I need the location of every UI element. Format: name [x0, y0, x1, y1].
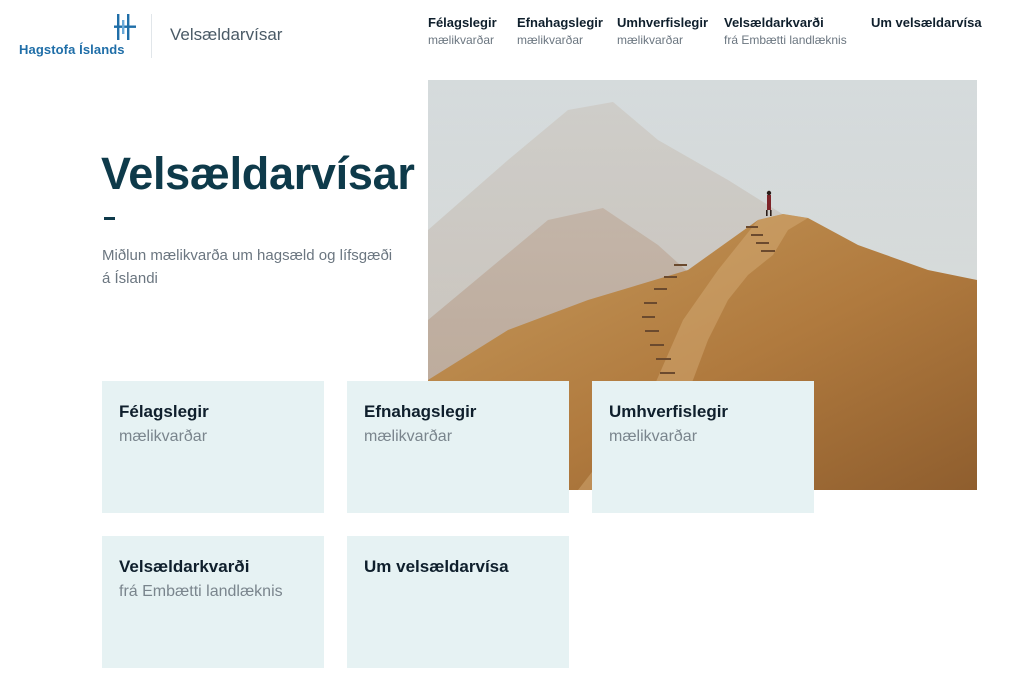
nav-item-um-velsaeldarvisa[interactable]: Um velsældarvísa: [871, 15, 982, 31]
nav-item-umhverfislegir[interactable]: Umhverfislegir mælikvarðar: [617, 15, 708, 49]
nav-item-subtitle: frá Embætti landlæknis: [724, 33, 847, 47]
title-underline-dash: [104, 217, 115, 220]
nav-item-title: Umhverfislegir: [617, 15, 709, 30]
nav-item-title: Félagslegir: [428, 15, 497, 30]
tile-subtitle: mælikvarðar: [609, 428, 698, 445]
hiker-figure: [767, 195, 771, 210]
tile-subtitle: mælikvarðar: [364, 428, 453, 445]
tile-subtitle: frá Embætti landlæknis: [119, 583, 283, 600]
nav-item-subtitle: mælikvarðar: [428, 33, 495, 47]
tile-title: Velsældarkvarði: [119, 557, 250, 576]
tile-subtitle: mælikvarðar: [119, 428, 208, 445]
tile-title: Um velsældarvísa: [364, 557, 509, 576]
nav-item-subtitle: mælikvarðar: [617, 33, 684, 47]
nav-item-title: Velsældarkvarði: [724, 15, 824, 30]
tile-title: Umhverfislegir: [609, 402, 729, 421]
nav-item-subtitle: mælikvarðar: [517, 33, 584, 47]
nav-item-velsaeldarkvardi[interactable]: Velsældarkvarði frá Embætti landlæknis: [724, 15, 847, 49]
tile-umhverfislegir[interactable]: Umhverfislegir mælikvarðar: [592, 381, 814, 513]
hero-lead-text: Miðlun mælikvarða um hagsæld og lífsgæði…: [102, 247, 393, 287]
nav-item-felagslegir[interactable]: Félagslegir mælikvarðar: [428, 15, 497, 49]
tile-title: Efnahagslegir: [364, 402, 477, 421]
tile-efnahagslegir[interactable]: Efnahagslegir mælikvarðar: [347, 381, 569, 513]
tile-title: Félagslegir: [119, 402, 209, 421]
page-title: Velsældarvísar: [101, 148, 415, 199]
main-nav: Félagslegir mælikvarðar Efnahagslegir mæ…: [0, 15, 1024, 55]
tile-felagslegir[interactable]: Félagslegir mælikvarðar: [102, 381, 324, 513]
tile-velsaeldarkvardi[interactable]: Velsældarkvarði frá Embætti landlæknis: [102, 536, 324, 668]
nav-item-title: Efnahagslegir: [517, 15, 603, 30]
tile-um-velsaeldarvisa[interactable]: Um velsældarvísa: [347, 536, 569, 668]
nav-item-efnahagslegir[interactable]: Efnahagslegir mælikvarðar: [517, 15, 603, 49]
nav-item-title: Um velsældarvísa: [871, 15, 982, 30]
page: Hagstofa Íslands Velsældarvísar Félagsle…: [0, 0, 1024, 686]
